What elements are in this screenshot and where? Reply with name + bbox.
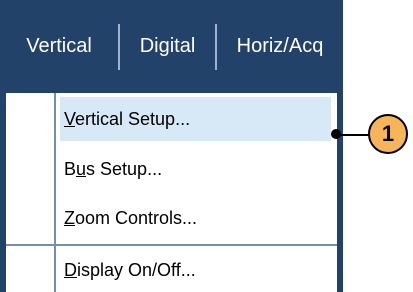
menu-digital[interactable]: Digital [120, 0, 215, 93]
menu-item-mnemonic: D [64, 260, 77, 280]
dropdown-panel: Vertical Setup... Bus Setup... Zoom Cont… [6, 93, 337, 292]
menu-item-text: B [64, 159, 77, 179]
menu-item-mnemonic: u [76, 159, 87, 179]
vertical-dropdown-menu: Vertical Setup... Bus Setup... Zoom Cont… [0, 93, 343, 292]
menu-item-text: s Setup... [86, 159, 163, 179]
menu-item-mnemonic: Z [64, 208, 75, 228]
menu-item-text: isplay On/Off... [77, 260, 196, 280]
callout-leader-line [336, 134, 372, 136]
callout-pointer-dot [331, 129, 341, 139]
menu-bar: Vertical Digital Horiz/Acq [0, 0, 343, 93]
callout-number-badge: 1 [368, 114, 408, 154]
menu-item-bus-setup[interactable]: Bus Setup... [60, 147, 331, 191]
menu-horiz-acq[interactable]: Horiz/Acq [217, 0, 343, 93]
menu-item-zoom-controls[interactable]: Zoom Controls... [60, 196, 331, 240]
menu-item-text: oom Controls... [75, 208, 198, 228]
menu-group-divider [6, 244, 337, 246]
menu-vertical[interactable]: Vertical [0, 0, 118, 93]
menu-item-display-on-off[interactable]: Display On/Off... [60, 248, 331, 292]
menu-item-text: ertical Setup... [75, 109, 191, 129]
callout-number: 1 [381, 121, 395, 146]
menu-item-vertical-setup[interactable]: Vertical Setup... [60, 97, 331, 141]
menu-item-mnemonic: V [64, 109, 76, 129]
dropdown-left-column-line [54, 93, 56, 292]
